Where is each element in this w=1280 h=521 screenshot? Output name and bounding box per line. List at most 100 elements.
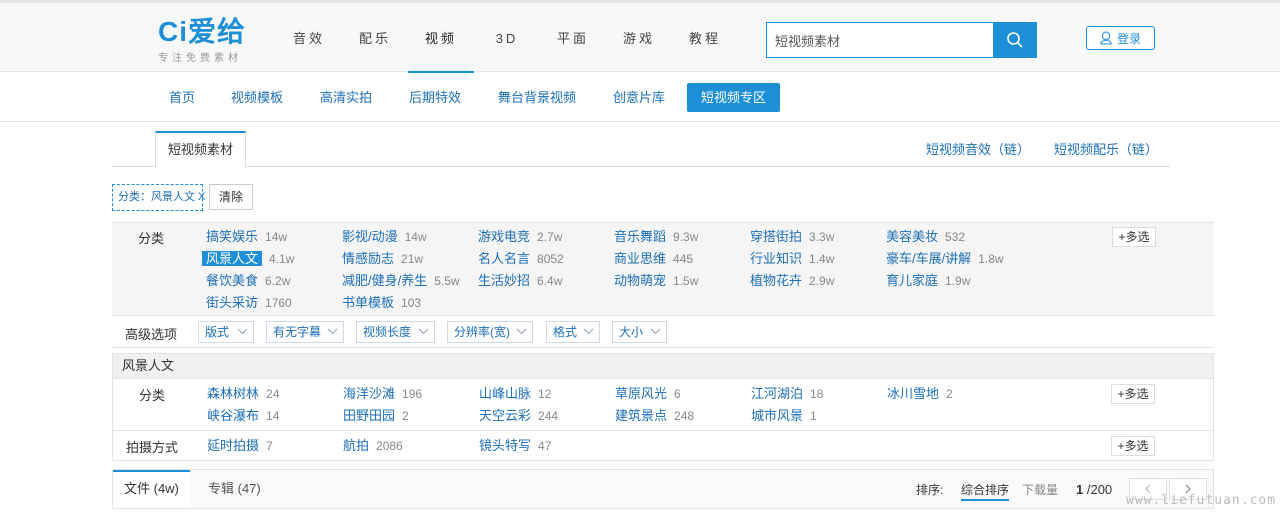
active-filter-chip[interactable]: 分类：风景人文 X xyxy=(112,184,205,211)
subcategory-option-name: 城市风景 xyxy=(751,408,804,423)
advanced-select-label: 分辨率(宽) xyxy=(454,325,510,339)
category-option[interactable]: 商业思维 445 xyxy=(614,249,693,269)
tab-link-short-video-sfx[interactable]: 短视频音效（链） xyxy=(926,139,1030,158)
subcategory-filter-row: 分类 森林树林 24 海洋沙滩 196 山峰山脉 12 草原风光 6 江河湖泊 18 冰川雪地 2 峡谷… xyxy=(112,379,1214,431)
nav-sound-effects[interactable]: 音效 xyxy=(276,3,342,72)
advanced-select-dropdown[interactable]: 分辨率(宽) xyxy=(447,321,533,343)
category-option-name: 街头采访 xyxy=(206,295,259,310)
subcategory-option[interactable]: 峡谷瀑布 14 xyxy=(207,406,279,426)
category-option[interactable]: 减肥/健身/养生 5.5w xyxy=(342,271,460,291)
category-option[interactable]: 影视/动漫 14w xyxy=(342,227,427,247)
category-option[interactable]: 街头采访 1760 xyxy=(206,293,292,313)
sort-comprehensive[interactable]: 综合排序 xyxy=(961,481,1010,501)
category-option-name: 美容美妆 xyxy=(886,229,939,244)
category-option[interactable]: 穿搭街拍 3.3w xyxy=(750,227,834,247)
category-option[interactable]: 植物花卉 2.9w xyxy=(750,271,834,291)
category-option[interactable]: 豪车/车展/讲解 1.8w xyxy=(886,249,1004,269)
search-input[interactable] xyxy=(767,23,993,57)
category-option[interactable]: 育儿家庭 1.9w xyxy=(886,271,970,291)
nav-tutorial[interactable]: 教程 xyxy=(672,3,738,72)
subnav-video-templates[interactable]: 视频模板 xyxy=(217,83,297,112)
shooting-option[interactable]: 航拍 2086 xyxy=(343,436,403,456)
category-option-name: 育儿家庭 xyxy=(886,273,939,288)
advanced-options-label: 高级选项 xyxy=(124,327,177,342)
subcategory-option[interactable]: 草原风光 6 xyxy=(615,384,681,404)
page-indicator: 1 /200 xyxy=(1076,482,1112,497)
subcategory-option[interactable]: 建筑景点 248 xyxy=(615,406,694,426)
subnav-creative-library[interactable]: 创意片库 xyxy=(599,83,679,112)
tab-files[interactable]: 文件 (4w) xyxy=(113,470,190,508)
category-option-count: 6.4w xyxy=(537,274,563,288)
category-option[interactable]: 搞笑娱乐 14w xyxy=(206,227,287,247)
category-option-count: 2.7w xyxy=(537,230,563,244)
nav-3d[interactable]: 3D xyxy=(474,3,540,72)
category-option[interactable]: 风景人文 4.1w xyxy=(202,249,294,269)
chevron-down-icon xyxy=(650,328,661,335)
subcategory-option-name: 冰川雪地 xyxy=(887,386,940,401)
subcategory-option[interactable]: 海洋沙滩 196 xyxy=(343,384,422,404)
search-button[interactable] xyxy=(993,23,1036,57)
subcategory-option[interactable]: 田野田园 2 xyxy=(343,406,409,426)
tab-short-video-material[interactable]: 短视频素材 xyxy=(155,131,247,168)
category-multi-select-button[interactable]: +多选 xyxy=(1112,227,1156,247)
category-option-name: 游戏电竞 xyxy=(478,229,531,244)
search-box xyxy=(766,22,1037,58)
category-option[interactable]: 名人名言 8052 xyxy=(478,249,564,269)
subcategory-option-count: 248 xyxy=(674,409,695,423)
advanced-options-row: 高级选项 版式 有无字幕 视频长度 分辨率(宽) 格式 大小 xyxy=(112,315,1214,348)
nav-graphic[interactable]: 平面 xyxy=(540,3,606,72)
category-option[interactable]: 动物萌宠 1.5w xyxy=(614,271,698,291)
clear-filters-button[interactable]: 清除 xyxy=(209,184,253,210)
category-option-name: 风景人文 xyxy=(202,251,263,266)
category-option[interactable]: 餐饮美食 6.2w xyxy=(206,271,290,291)
subcategory-option-count: 18 xyxy=(810,387,824,401)
advanced-select-dropdown[interactable]: 有无字幕 xyxy=(266,321,344,343)
subcategory-option[interactable]: 城市风景 1 xyxy=(751,406,817,426)
subcategory-option-name: 田野田园 xyxy=(343,408,396,423)
category-option-name: 植物花卉 xyxy=(750,273,803,288)
tab-albums[interactable]: 专辑 (47) xyxy=(197,470,272,508)
subnav-stage-backgrounds[interactable]: 舞台背景视频 xyxy=(484,83,590,112)
nav-game[interactable]: 游戏 xyxy=(606,3,672,72)
subnav-short-video[interactable]: 短视频专区 xyxy=(687,83,781,112)
sort-downloads[interactable]: 下载量 xyxy=(1022,481,1058,498)
category-option-name: 影视/动漫 xyxy=(342,229,398,244)
subcategory-multi-select-button[interactable]: +多选 xyxy=(1111,384,1155,404)
page-current: 1 xyxy=(1076,482,1084,497)
category-option-count: 9.3w xyxy=(673,230,699,244)
category-option-count: 1.9w xyxy=(945,274,971,288)
category-option[interactable]: 生活妙招 6.4w xyxy=(478,271,562,291)
subnav-hd-footage[interactable]: 高清实拍 xyxy=(306,83,386,112)
subcategory-option[interactable]: 江河湖泊 18 xyxy=(751,384,823,404)
advanced-select-dropdown[interactable]: 版式 xyxy=(198,321,254,343)
advanced-select-label: 大小 xyxy=(619,325,644,339)
subnav-home[interactable]: 首页 xyxy=(155,83,209,112)
category-option-name: 行业知识 xyxy=(750,251,803,266)
login-button[interactable]: 登录 xyxy=(1086,26,1155,50)
subcategory-option[interactable]: 森林树林 24 xyxy=(207,384,279,404)
nav-music[interactable]: 配乐 xyxy=(342,3,408,72)
subcategory-option[interactable]: 冰川雪地 2 xyxy=(887,384,953,404)
nav-video[interactable]: 视频 xyxy=(408,3,474,73)
category-option[interactable]: 音乐舞蹈 9.3w xyxy=(614,227,698,247)
category-option-count: 21w xyxy=(401,252,424,266)
tab-link-short-video-music[interactable]: 短视频配乐（链） xyxy=(1054,139,1158,158)
site-logo[interactable]: Ci爱给 专注免费素材 xyxy=(158,17,246,65)
category-option[interactable]: 行业知识 1.4w xyxy=(750,249,834,269)
category-option-name: 书单模板 xyxy=(342,295,395,310)
shooting-multi-select-button[interactable]: +多选 xyxy=(1111,436,1155,456)
advanced-select-dropdown[interactable]: 格式 xyxy=(546,321,600,343)
subcategory-option[interactable]: 山峰山脉 12 xyxy=(479,384,551,404)
category-option[interactable]: 美容美妆 532 xyxy=(886,227,965,247)
shooting-option[interactable]: 镜头特写 47 xyxy=(479,436,551,456)
subcategory-option[interactable]: 天空云彩 244 xyxy=(479,406,558,426)
category-option[interactable]: 书单模板 103 xyxy=(342,293,421,313)
shooting-option[interactable]: 延时拍摄 7 xyxy=(207,436,273,456)
subnav-post-effects[interactable]: 后期特效 xyxy=(395,83,475,112)
category-option[interactable]: 情感励志 21w xyxy=(342,249,423,269)
section-title: 风景人文 xyxy=(112,353,1214,379)
category-option[interactable]: 游戏电竞 2.7w xyxy=(478,227,562,247)
advanced-select-dropdown[interactable]: 大小 xyxy=(612,321,667,343)
sort-label: 排序: xyxy=(916,483,944,497)
advanced-select-dropdown[interactable]: 视频长度 xyxy=(356,321,435,343)
